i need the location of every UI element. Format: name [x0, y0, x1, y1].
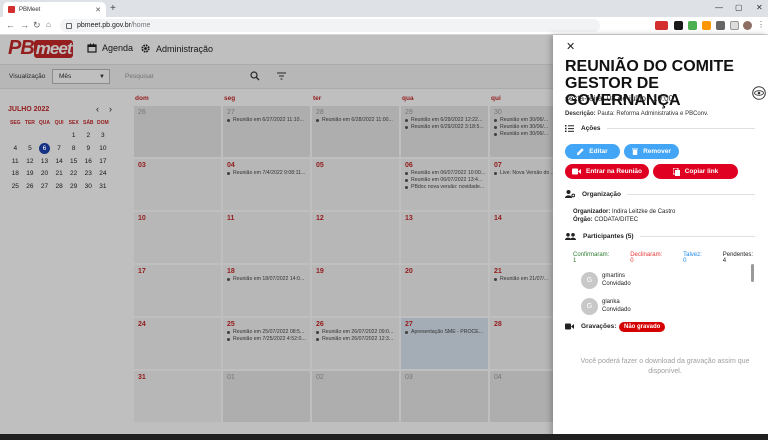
list-icon: [565, 125, 574, 132]
avatar: G: [581, 271, 598, 289]
sidepanel-icon[interactable]: [730, 21, 739, 30]
pencil-icon: [577, 148, 584, 155]
puzzle-icon[interactable]: [716, 21, 725, 30]
url-path: /home: [130, 22, 151, 29]
home-icon[interactable]: ⌂: [46, 19, 51, 31]
new-tab-icon[interactable]: +: [110, 3, 116, 14]
extension-icon[interactable]: [688, 21, 697, 30]
remove-button[interactable]: Remover: [624, 144, 679, 159]
tab-title: PBMeet: [19, 6, 41, 13]
confirmed-count: Confirmaram: 1: [573, 252, 610, 264]
copy-link-button[interactable]: Copiar link: [653, 164, 738, 179]
join-meeting-button[interactable]: Entrar na Reunião: [565, 164, 649, 179]
orgao-name: CODATA/DITEC: [594, 217, 639, 223]
meeting-detail-panel: ✕ REUNIÃO DO COMITE GESTOR DE GOVERNANÇA…: [553, 35, 768, 440]
window-close-icon[interactable]: ✕: [756, 3, 763, 12]
actions-section: Ações: [565, 125, 755, 132]
participant-item: Ggmartins Convidado: [581, 267, 756, 293]
menu-icon[interactable]: ⋮: [757, 21, 766, 30]
recordings-section: Gravações:: [565, 323, 616, 330]
close-icon[interactable]: ✕: [566, 40, 575, 53]
participants-section: Participantes (5): [565, 233, 755, 240]
edit-button[interactable]: Editar: [565, 144, 620, 159]
not-recorded-badge: Não gravado: [619, 322, 666, 332]
maybe-count: Talvez: 0: [683, 252, 702, 264]
modal-backdrop[interactable]: [0, 35, 553, 440]
profile-avatar[interactable]: [743, 21, 752, 30]
organizer-name: Indira Leitzke de Castro: [612, 209, 676, 215]
video-camera-icon: [572, 168, 581, 175]
download-message: Você poderá fazer o download da gravação…: [580, 358, 750, 375]
video-camera-icon: [565, 323, 574, 330]
meeting-date: sexta-feira, 08 de julho - 10:00: [565, 94, 674, 103]
browser-toolbar: ← → ↻ ⌂ pbmeet.pb.gov.br/home ⋮: [0, 17, 768, 35]
participants-list: Ggmartins Convidado Gglanka Convidado: [581, 267, 756, 323]
window-maximize-icon[interactable]: ▢: [735, 3, 743, 12]
tab-close-icon[interactable]: ✕: [95, 6, 101, 14]
organization-section: Organização: [565, 190, 755, 198]
address-bar[interactable]: pbmeet.pb.gov.br/home: [60, 19, 600, 32]
window-minimize-icon[interactable]: —: [715, 3, 723, 12]
forward-icon[interactable]: →: [20, 19, 29, 31]
os-taskbar: [0, 434, 768, 440]
pbmeet-favicon-icon: [8, 6, 15, 13]
participant-name: glanka: [602, 299, 620, 305]
response-counts: Confirmaram: 1 Declinaram: 0 Talvez: 0 P…: [573, 252, 758, 264]
avatar: G: [581, 297, 598, 315]
organizer-info: Organizador: Indira Leitzke de Castro Ór…: [573, 209, 676, 223]
meeting-description: Descrição: Pauta: Reforma Administrativa…: [565, 111, 709, 117]
copy-icon: [672, 167, 680, 176]
accessibility-eye-icon[interactable]: [752, 86, 766, 100]
person-gear-icon: [565, 190, 575, 198]
browser-tabbar: PBMeet ✕ + — ▢ ✕: [0, 0, 768, 17]
participant-role: Convidado: [602, 281, 631, 287]
browser-tab[interactable]: PBMeet ✕: [3, 2, 106, 17]
trash-icon: [632, 148, 639, 155]
extension-icon[interactable]: [674, 21, 683, 30]
url-host: pbmeet.pb.gov.br: [77, 22, 131, 29]
back-icon[interactable]: ←: [6, 19, 15, 31]
participant-item: Gglanka Convidado: [581, 293, 756, 319]
people-icon: [565, 233, 576, 240]
participants-scrollbar[interactable]: [751, 264, 754, 282]
extension-icon[interactable]: [655, 21, 668, 30]
participant-role: Convidado: [602, 307, 631, 313]
participant-name: gmartins: [602, 273, 626, 279]
reload-icon[interactable]: ↻: [33, 19, 41, 31]
pending-count: Pendentes: 4: [722, 252, 754, 264]
lock-icon: [66, 22, 72, 29]
metamask-icon[interactable]: [702, 21, 711, 30]
declined-count: Declinaram: 0: [630, 252, 663, 264]
